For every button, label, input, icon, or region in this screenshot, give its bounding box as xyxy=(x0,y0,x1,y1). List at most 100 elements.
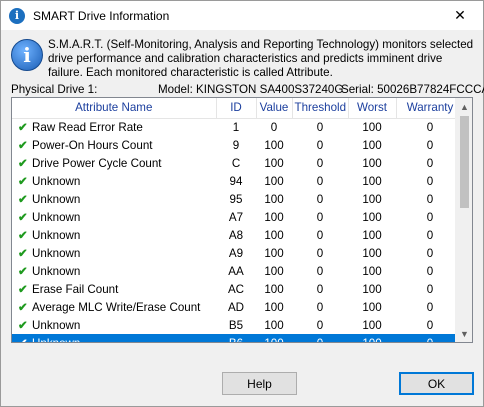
help-button[interactable]: Help xyxy=(222,372,297,395)
column-header-attribute-name[interactable]: Attribute Name xyxy=(12,98,217,119)
status-ok-icon: ✔ xyxy=(18,229,28,242)
attribute-name: Unknown xyxy=(32,247,81,260)
attribute-warranty-cell: 0 xyxy=(426,120,434,134)
attribute-worst-cell: 100 xyxy=(362,174,382,188)
close-button[interactable]: ✕ xyxy=(437,1,483,30)
table-row[interactable]: ✔ Unknown A8 100 0 100 0 xyxy=(12,226,457,244)
attribute-id-cell: C xyxy=(231,156,241,170)
attribute-name-cell: ✔ Unknown xyxy=(12,226,216,244)
table-row[interactable]: ✔UnknownB610001000 xyxy=(12,334,457,342)
status-ok-icon: ✔ xyxy=(18,121,28,135)
table-row[interactable]: ✔ Unknown A7 100 0 100 0 xyxy=(12,208,457,226)
attribute-name: Raw Read Error Rate xyxy=(32,121,143,135)
chevron-up-icon: ▲ xyxy=(460,101,469,112)
attribute-warranty-cell: 0 xyxy=(426,300,434,314)
attribute-threshold-cell: 0 xyxy=(316,138,324,152)
scroll-up-button[interactable]: ▲ xyxy=(456,98,472,115)
attribute-warranty-cell: 0 xyxy=(396,334,457,342)
attribute-threshold-cell: 0 xyxy=(316,264,324,278)
attribute-worst-cell: 100 xyxy=(362,228,382,242)
drive-model: Model: KINGSTON SA400S37240G xyxy=(158,83,344,96)
table-row[interactable]: ✔ Unknown AA 100 0 100 0 xyxy=(12,262,457,280)
attribute-id-cell: AD xyxy=(227,300,245,314)
attribute-value-cell: 100 xyxy=(264,138,284,152)
attribute-warranty-cell: 0 xyxy=(426,156,434,170)
close-icon: ✕ xyxy=(454,7,466,23)
attribute-value-cell: 100 xyxy=(264,228,284,242)
attribute-threshold-cell: 0 xyxy=(316,300,324,314)
column-header-id[interactable]: ID xyxy=(216,98,257,119)
attribute-id-cell: 1 xyxy=(232,120,240,134)
attribute-worst-cell: 100 xyxy=(362,318,382,332)
attribute-threshold-cell: 0 xyxy=(316,120,324,134)
status-ok-icon: ✔ xyxy=(18,247,28,260)
scroll-down-button[interactable]: ▼ xyxy=(456,325,472,342)
attribute-threshold-cell: 0 xyxy=(316,174,324,188)
attribute-threshold-cell: 0 xyxy=(316,228,324,242)
table-row[interactable]: ✔ Unknown 95 100 0 100 0 xyxy=(12,190,457,208)
attribute-name-cell: ✔ Unknown xyxy=(12,190,216,208)
column-header-worst[interactable]: Worst xyxy=(348,98,397,119)
attribute-value-cell: 100 xyxy=(264,318,284,332)
table-row[interactable]: ✔ Erase Fail Count AC 100 0 100 0 xyxy=(12,280,457,298)
attribute-name: Power-On Hours Count xyxy=(32,139,153,152)
attribute-warranty-cell: 0 xyxy=(426,174,434,188)
attribute-name-cell: ✔ Unknown xyxy=(12,334,216,342)
table-row[interactable]: ✔ Drive Power Cycle Count C 100 0 100 0 xyxy=(12,154,457,172)
column-header-warranty[interactable]: Warranty xyxy=(396,98,457,119)
table-row[interactable]: ✔ Raw Read Error Rate 1 0 0 100 0 xyxy=(12,118,457,136)
status-ok-icon: ✔ xyxy=(18,319,28,332)
table-header: Attribute Name ID Value Threshold Worst … xyxy=(12,98,457,119)
attribute-name: Unknown xyxy=(32,319,81,332)
attribute-name: Unknown xyxy=(32,229,81,242)
attribute-id-cell: 94 xyxy=(229,174,243,188)
status-ok-icon: ✔ xyxy=(18,283,28,296)
attribute-value-cell: 100 xyxy=(264,156,284,170)
attribute-warranty-cell: 0 xyxy=(426,138,434,152)
status-ok-icon: ✔ xyxy=(18,139,28,152)
info-description: S.M.A.R.T. (Self-Monitoring, Analysis an… xyxy=(48,38,474,79)
attribute-threshold-cell: 0 xyxy=(316,282,324,296)
attribute-threshold-cell: 0 xyxy=(316,156,324,170)
attribute-value-cell: 100 xyxy=(264,264,284,278)
vertical-scrollbar[interactable]: ▲ ▼ xyxy=(455,98,472,342)
attribute-name-cell: ✔ Unknown xyxy=(12,262,216,280)
attribute-worst-cell: 100 xyxy=(362,246,382,260)
status-ok-icon: ✔ xyxy=(18,265,28,278)
attribute-threshold-cell: 0 xyxy=(316,246,324,260)
column-header-value[interactable]: Value xyxy=(256,98,293,119)
attribute-worst-cell: 100 xyxy=(362,282,382,296)
attribute-warranty-cell: 0 xyxy=(426,246,434,260)
scrollbar-thumb[interactable] xyxy=(460,116,469,208)
attribute-id-cell: 9 xyxy=(232,138,240,152)
attribute-name: Unknown xyxy=(32,265,81,278)
info-section: i S.M.A.R.T. (Self-Monitoring, Analysis … xyxy=(11,37,477,79)
info-icon: i xyxy=(11,39,43,71)
attribute-value-cell: 100 xyxy=(264,174,284,188)
attribute-threshold-cell: 0 xyxy=(316,318,324,332)
attribute-name: Average MLC Write/Erase Count xyxy=(32,301,201,314)
attribute-warranty-cell: 0 xyxy=(426,192,434,206)
table-row[interactable]: ✔ Average MLC Write/Erase Count AD 100 0 100 0 xyxy=(12,298,457,316)
attribute-name-cell: ✔ Unknown xyxy=(12,172,216,190)
attribute-value-cell: 100 xyxy=(264,282,284,296)
status-ok-icon: ✔ xyxy=(18,301,28,314)
column-header-threshold[interactable]: Threshold xyxy=(292,98,349,119)
table-row[interactable]: ✔ Unknown B5 100 0 100 0 xyxy=(12,316,457,334)
attribute-name-cell: ✔ Unknown xyxy=(12,244,216,262)
attribute-threshold-cell: 0 xyxy=(292,334,348,342)
attribute-worst-cell: 100 xyxy=(362,300,382,314)
attribute-id-cell: B6 xyxy=(216,334,256,342)
attributes-table[interactable]: Attribute Name ID Value Threshold Worst … xyxy=(11,97,473,343)
attribute-id-cell: AA xyxy=(228,264,244,278)
table-row[interactable]: ✔ Unknown A9 100 0 100 0 xyxy=(12,244,457,262)
attribute-threshold-cell: 0 xyxy=(316,210,324,224)
ok-button[interactable]: OK xyxy=(399,372,474,395)
attribute-warranty-cell: 0 xyxy=(426,228,434,242)
attribute-value-cell: 100 xyxy=(264,246,284,260)
attribute-value-cell: 100 xyxy=(256,334,292,342)
table-row[interactable]: ✔ Power-On Hours Count 9 100 0 100 0 xyxy=(12,136,457,154)
attribute-name-cell: ✔ Average MLC Write/Erase Count xyxy=(12,298,216,316)
table-row[interactable]: ✔ Unknown 94 100 0 100 0 xyxy=(12,172,457,190)
attribute-threshold-cell: 0 xyxy=(316,192,324,206)
